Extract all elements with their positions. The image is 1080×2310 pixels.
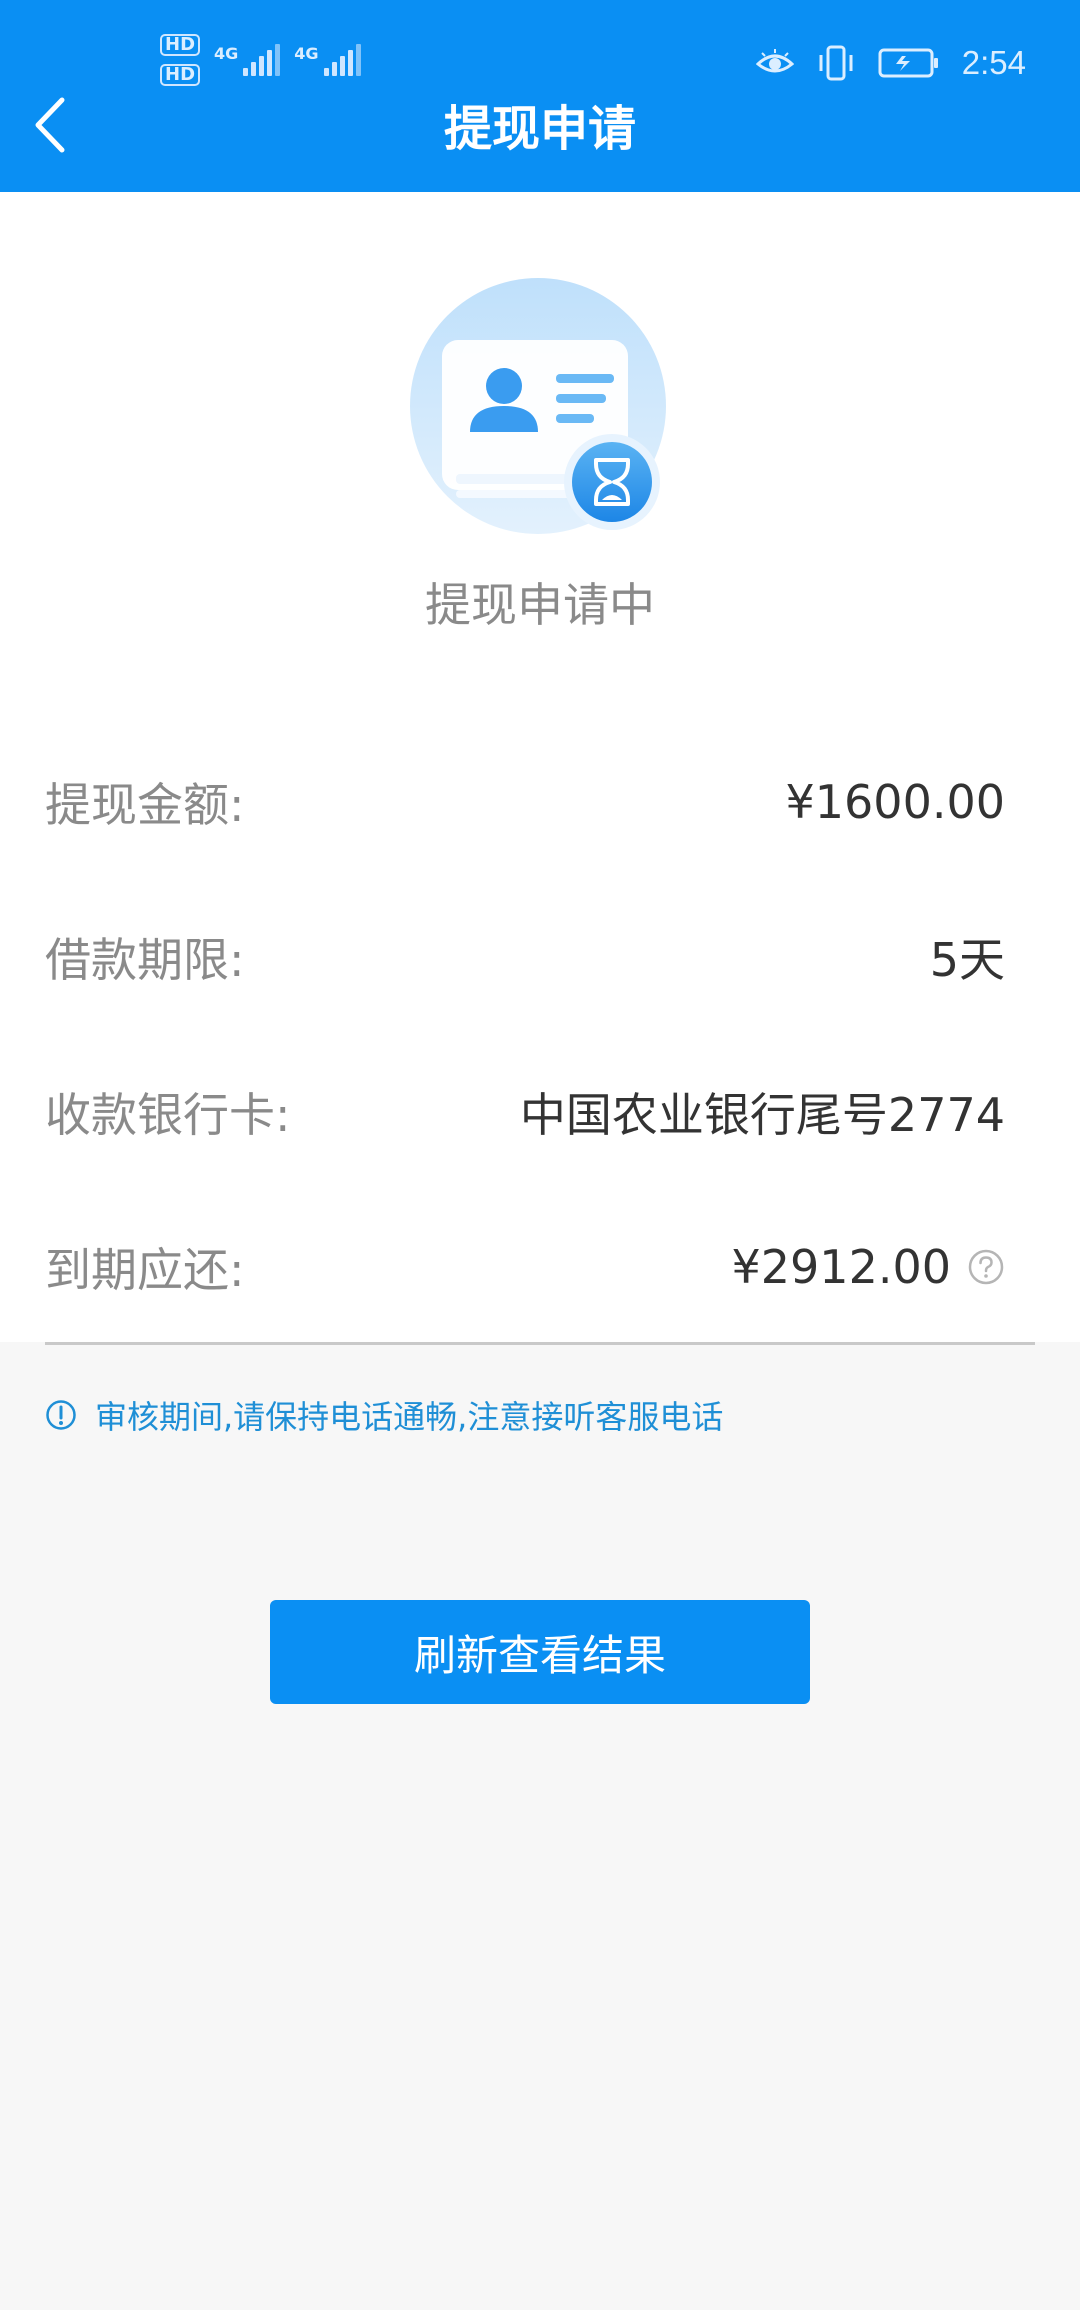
- hd-badge-2: HD: [160, 64, 201, 86]
- battery-icon: [878, 48, 938, 78]
- due-label: 到期应还:: [45, 1243, 245, 1297]
- page-title: 提现申请: [443, 101, 636, 157]
- refresh-result-button[interactable]: 刷新查看结果: [270, 1600, 810, 1704]
- detail-row-bank-card: 收款银行卡: 中国农业银行尾号2774: [45, 1072, 1005, 1152]
- eye-icon: [755, 49, 794, 73]
- signal-2-icon: 4G: [294, 44, 361, 76]
- status-time: 2:54: [961, 44, 1026, 81]
- status-bar-right: 2:54: [755, 38, 1026, 88]
- notice-text: 审核期间,请保持电话通畅,注意接听客服电话: [95, 1398, 724, 1436]
- term-value: 5天: [929, 933, 1005, 987]
- id-card-hourglass-icon: [410, 278, 666, 534]
- vibrate-icon: [819, 45, 853, 81]
- detail-row-term: 借款期限: 5天: [45, 917, 1005, 997]
- review-notice: 审核期间,请保持电话通畅,注意接听客服电话: [45, 1390, 723, 1440]
- status-bar-signals: HD HD 4G 4G: [160, 30, 361, 90]
- app-header: HD HD 4G 4G 2:54 提现申请: [0, 0, 1080, 192]
- hd-indicators: HD HD: [160, 34, 201, 86]
- hd-badge-1: HD: [160, 34, 201, 56]
- bank-card-value: 中国农业银行尾号2774: [519, 1088, 1005, 1142]
- amount-value: ¥1600.00: [785, 775, 1006, 829]
- info-circle-icon: [46, 1400, 76, 1430]
- signal-1-icon: 4G: [214, 44, 281, 76]
- amount-label: 提现金额:: [45, 778, 245, 832]
- question-circle-icon[interactable]: [967, 1248, 1005, 1286]
- detail-row-due: 到期应还: ¥2912.00: [45, 1227, 1005, 1307]
- term-label: 借款期限:: [45, 933, 245, 987]
- divider: [45, 1342, 1035, 1345]
- bank-card-label: 收款银行卡:: [45, 1088, 291, 1142]
- application-card: 提现申请中 提现金额: ¥1600.00 借款期限: 5天 收款银行卡: 中国农…: [0, 192, 1080, 1345]
- detail-row-amount: 提现金额: ¥1600.00: [45, 762, 1005, 842]
- due-value: ¥2912.00: [731, 1240, 952, 1294]
- application-status-text: 提现申请中: [425, 578, 655, 632]
